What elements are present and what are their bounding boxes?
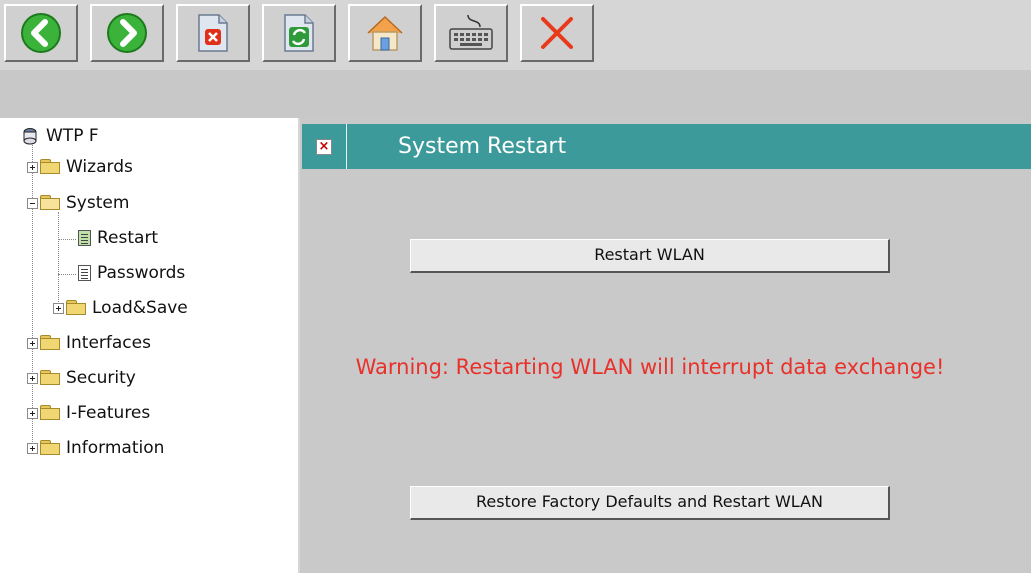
expand-plus-icon[interactable]: [27, 337, 38, 349]
tree-item-restart[interactable]: Restart: [78, 226, 158, 250]
tree-item-passwords[interactable]: Passwords: [78, 261, 185, 285]
expand-plus-icon[interactable]: [27, 161, 38, 173]
tree-item-label: Security: [66, 368, 136, 388]
tree-connector: [58, 239, 76, 240]
folder-icon: [40, 159, 60, 175]
tree-item-label: Information: [66, 438, 165, 458]
stop-button[interactable]: [176, 4, 250, 62]
expand-plus-icon[interactable]: [53, 302, 64, 314]
device-icon: [23, 128, 37, 145]
page-title: System Restart: [398, 134, 567, 159]
tree-item-system[interactable]: System: [27, 191, 129, 215]
toolbar: [0, 0, 1031, 70]
close-button[interactable]: [520, 4, 594, 62]
tree-connector: [58, 274, 76, 275]
expand-plus-icon[interactable]: [27, 372, 38, 384]
back-arrow-icon: [21, 13, 61, 53]
address-strip: [0, 70, 1031, 118]
forward-arrow-icon: [107, 13, 147, 53]
forward-button[interactable]: [90, 4, 164, 62]
navigation-tree: WTP F Wizards System Restart Passwords L…: [0, 118, 298, 573]
folder-icon: [40, 405, 60, 421]
tree-item-label: Load&Save: [92, 298, 188, 318]
folder-icon: [66, 300, 86, 316]
home-icon: [367, 15, 403, 51]
restore-factory-defaults-button[interactable]: Restore Factory Defaults and Restart WLA…: [410, 486, 890, 520]
close-x-icon: [541, 17, 573, 49]
tree-item-security[interactable]: Security: [27, 366, 136, 390]
tree-item-label: I-Features: [66, 403, 151, 423]
panel-header: × System Restart: [302, 124, 1031, 169]
tree-item-information[interactable]: Information: [27, 436, 164, 460]
tree-item-label: System: [66, 193, 130, 213]
home-button[interactable]: [348, 4, 422, 62]
document-icon: [78, 230, 91, 246]
tree-item-i-features[interactable]: I-Features: [27, 401, 150, 425]
warning-message: Warning: Restarting WLAN will interrupt …: [355, 355, 945, 379]
tree-item-label: Passwords: [97, 263, 186, 283]
tree-item-interfaces[interactable]: Interfaces: [27, 331, 151, 355]
tree-root-label: WTP F: [46, 126, 99, 146]
tree-item-label: Interfaces: [66, 333, 151, 353]
folder-icon: [40, 370, 60, 386]
keyboard-button[interactable]: [434, 4, 508, 62]
tree-item-label: Restart: [97, 228, 159, 248]
back-button[interactable]: [4, 4, 78, 62]
expand-plus-icon[interactable]: [27, 442, 38, 454]
expand-plus-icon[interactable]: [27, 407, 38, 419]
content-panel: × System Restart Restart WLAN Warning: R…: [300, 118, 1031, 573]
open-folder-icon: [40, 195, 60, 211]
tree-root[interactable]: WTP F: [22, 124, 99, 148]
tree-item-load-save[interactable]: Load&Save: [53, 296, 188, 320]
close-panel-icon[interactable]: ×: [316, 139, 332, 155]
tree-item-wizards[interactable]: Wizards: [27, 155, 133, 179]
keyboard-icon: [449, 14, 493, 50]
stop-page-icon: [198, 14, 228, 52]
folder-icon: [40, 335, 60, 351]
header-divider: [346, 124, 347, 169]
refresh-button[interactable]: [262, 4, 336, 62]
collapse-minus-icon[interactable]: [27, 197, 38, 209]
folder-icon: [40, 440, 60, 456]
restart-wlan-button[interactable]: Restart WLAN: [410, 239, 890, 273]
document-icon: [78, 265, 91, 281]
tree-item-label: Wizards: [66, 157, 133, 177]
refresh-page-icon: [284, 14, 314, 52]
